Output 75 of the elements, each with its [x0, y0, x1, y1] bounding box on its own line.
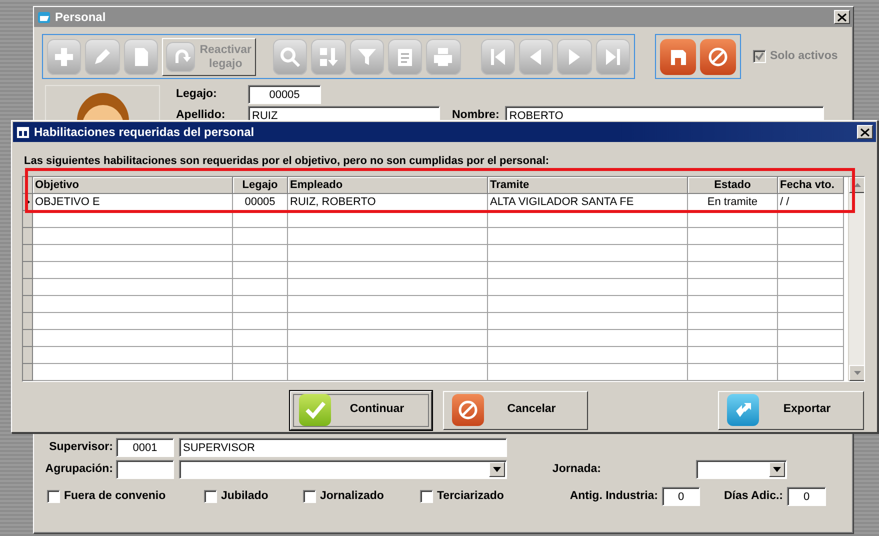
- cancel-button[interactable]: [700, 38, 736, 74]
- checkbox[interactable]: [204, 490, 217, 503]
- field-label: Agrupación:: [44, 462, 113, 477]
- table-cell: [233, 262, 288, 278]
- table-cell: [778, 278, 844, 296]
- table-cell: [778, 210, 844, 228]
- field-label: Jornada:: [551, 462, 601, 477]
- check-icon: [755, 52, 764, 61]
- checkbox[interactable]: [47, 490, 60, 503]
- text-field[interactable]: 00005: [248, 85, 321, 104]
- save-button[interactable]: [660, 38, 696, 74]
- table-cell: [233, 346, 288, 364]
- table-cell: [233, 364, 288, 380]
- column-header[interactable]: Estado: [688, 176, 778, 194]
- column-header[interactable]: Empleado: [288, 176, 488, 194]
- checkbox-label: Jornalizado: [320, 488, 384, 504]
- table-cell: [778, 262, 844, 278]
- checkbox[interactable]: [420, 490, 433, 503]
- column-header[interactable]: Fecha vto.: [778, 176, 844, 194]
- number-field[interactable]: 0: [787, 487, 826, 506]
- code-field[interactable]: [116, 460, 174, 479]
- table-cell: [233, 296, 288, 312]
- column-header[interactable]: Tramite: [488, 176, 688, 194]
- close-icon: [837, 12, 847, 22]
- dropdown[interactable]: [696, 460, 787, 479]
- dropdown[interactable]: [179, 460, 507, 479]
- field-label: Nombre:: [452, 108, 500, 123]
- table-cell: [233, 312, 288, 330]
- window-title: Habilitaciones requeridas del personal: [34, 124, 254, 141]
- table-cell: [778, 364, 844, 380]
- table-cell: [233, 244, 288, 262]
- table-cell: [233, 278, 288, 296]
- scroll-down-icon: [854, 370, 860, 374]
- table-cell: [778, 330, 844, 346]
- cancel-button[interactable]: Cancelar: [443, 390, 588, 430]
- app-icon: [16, 125, 30, 139]
- export-button[interactable]: Exportar: [718, 390, 864, 430]
- text-field[interactable]: SUPERVISOR: [179, 438, 507, 457]
- number-field[interactable]: 0: [662, 487, 700, 506]
- scrollbar[interactable]: [848, 176, 864, 380]
- table-cell: [233, 228, 288, 244]
- checkbox-label: Fuera de convenio: [64, 488, 166, 504]
- continue-button[interactable]: Continuar: [290, 390, 432, 430]
- field-label: Días Adic.:: [722, 488, 783, 504]
- column-header[interactable]: Objetivo: [33, 176, 233, 194]
- cancel-icon: [707, 46, 729, 68]
- dropdown-arrow-icon: [773, 467, 781, 472]
- checkbox[interactable]: [303, 490, 316, 503]
- search-icon: [278, 44, 302, 68]
- scroll-up-icon: [854, 182, 860, 186]
- close-button[interactable]: [857, 125, 873, 139]
- column-header[interactable]: Legajo: [233, 176, 288, 194]
- field-label: Apellido:: [176, 108, 226, 123]
- code-field[interactable]: 0001: [116, 438, 174, 457]
- cancel-icon: [457, 399, 479, 421]
- field-label: Legajo:: [176, 86, 218, 102]
- table-cell: [778, 346, 844, 364]
- close-button[interactable]: [834, 10, 850, 24]
- window-title: Personal: [55, 9, 106, 26]
- checkbox-label: Terciarizado: [437, 488, 504, 504]
- table-cell: [778, 244, 844, 262]
- checkbox-label: Jubilado: [221, 488, 268, 504]
- table-cell: [233, 210, 288, 228]
- dropdown-arrow-icon: [493, 467, 501, 472]
- message-text: Las siguientes habilitaciones son requeridas por el objetivo, pero no son cumplidas por el personal:: [24, 154, 550, 169]
- close-icon: [860, 128, 870, 136]
- field-label: Supervisor:: [48, 440, 113, 455]
- field-label: Antig. Industria:: [568, 488, 658, 504]
- table-cell: [778, 312, 844, 330]
- checkbox-label: Solo activos: [770, 48, 838, 64]
- table-cell: [778, 296, 844, 312]
- table-cell: [778, 228, 844, 244]
- table-cell: [233, 330, 288, 346]
- check-icon: [304, 399, 326, 421]
- folder-icon: [37, 10, 51, 24]
